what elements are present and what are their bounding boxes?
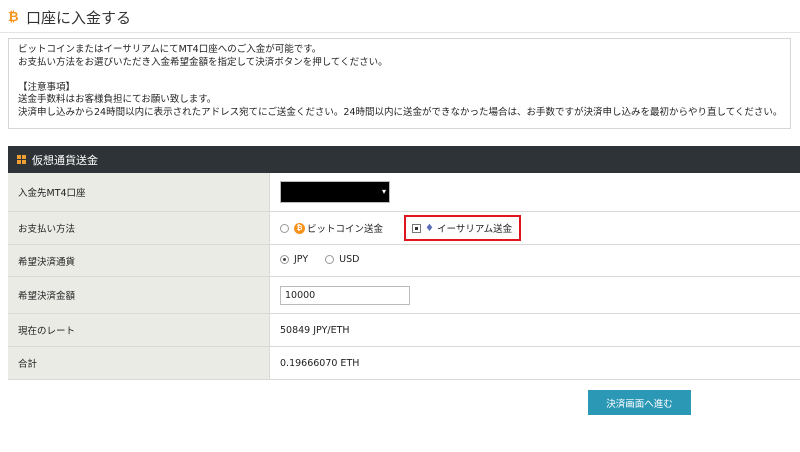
form-row-total: 合計 0.19666070 ETH [8,346,800,380]
amount-input[interactable] [280,285,410,305]
account-select[interactable]: ▾ [280,181,390,203]
currency-radio-jpy[interactable] [280,255,289,264]
account-cell: ▾ [269,173,800,212]
payment-option-bitcoin[interactable]: ₿ ビットコイン送金 [280,221,383,235]
page-title: 口座に入金する [26,8,132,27]
grid-icon [17,155,26,164]
payment-cell: ₿ ビットコイン送金 ♦ イーサリアム送金 [269,211,800,245]
bitcoin-icon: ₿ [8,10,19,25]
notice-line: お支払い方法をお選びいただき入金希望金額を指定して決済ボタンを押してください。 [18,56,388,68]
proceed-to-payment-button[interactable]: 決済画面へ進む [588,390,691,415]
payment-checkbox-ethereum[interactable] [412,223,422,233]
form-row-account: 入金先MT4口座 ▾ [8,173,800,212]
currency-radio-usd[interactable] [325,255,335,264]
form-row-rate: 現在のレート 50849 JPY/ETH [8,313,800,347]
notice-box: ビットコインまたはイーサリアムにてMT4口座へのご入金が可能です。 お支払い方法… [8,38,791,129]
payment-label: お支払い方法 [8,211,270,245]
amount-label: 希望決済金額 [8,276,270,314]
rate-label: 現在のレート [8,313,270,347]
panel-header: 仮想通貨送金 [8,146,800,173]
account-label: 入金先MT4口座 [8,173,270,212]
currency-usd-label: USD [339,254,360,265]
notice-heading: 【注意事項】 [18,81,76,93]
header-divider [0,32,800,33]
currency-jpy-label: JPY [294,254,309,265]
dropdown-arrow-icon: ▾ [381,187,386,196]
currency-cell: JPY USD [269,244,800,277]
bitcoin-coin-icon: ₿ [294,222,305,234]
payment-ethereum-label: イーサリアム送金 [437,224,513,235]
deposit-form: 入金先MT4口座 ▾ お支払い方法 ₿ ビットコイン送金 ♦ イーサリアム送金 … [8,173,800,380]
currency-label: 希望決済通貨 [8,244,270,277]
notice-line: 送金手数料はお客様負担にてお願い致します。 [18,94,217,105]
page-header: ₿ 口座に入金する [8,4,131,30]
currency-option-usd[interactable]: USD [325,254,359,265]
rate-value: 50849 JPY/ETH [269,313,800,347]
payment-radio-bitcoin[interactable] [280,223,289,233]
ethereum-icon: ♦ [425,222,435,234]
amount-cell [269,276,800,314]
notice-line: ビットコインまたはイーサリアムにてMT4口座へのご入金が可能です。 [18,44,322,55]
form-row-currency: 希望決済通貨 JPY USD [8,244,800,277]
form-row-payment: お支払い方法 ₿ ビットコイン送金 ♦ イーサリアム送金 [8,211,800,245]
notice-spacer [18,69,781,82]
panel-title: 仮想通貨送金 [32,153,98,167]
payment-option-ethereum[interactable]: ♦ イーサリアム送金 [404,215,522,241]
form-row-amount: 希望決済金額 [8,276,800,314]
payment-bitcoin-label: ビットコイン送金 [307,224,384,235]
total-label: 合計 [8,346,270,380]
total-value: 0.19666070 ETH [269,346,800,380]
currency-option-jpy[interactable]: JPY [280,254,308,265]
notice-line: 決済申し込みから24時間以内に表示されたアドレス宛てにご送金ください。24時間以… [18,106,783,118]
